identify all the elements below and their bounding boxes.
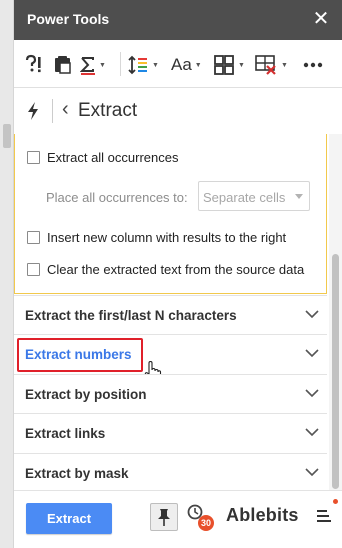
accordion-extract-numbers[interactable]: Extract numbers	[14, 334, 327, 383]
chevron-down-icon[interactable]: ▼	[238, 62, 245, 69]
footer: Extract 30 Ablebits	[14, 490, 342, 548]
notification-dot	[333, 499, 338, 504]
section-header: ‹ Extract	[14, 89, 342, 133]
sheet-scrollbar-thumb[interactable]	[3, 124, 11, 148]
power-tools-panel: Power Tools ✕ ▼ ▼ Aa ▼ ▼ ▼ ‹ Extract Ext…	[14, 0, 342, 548]
toolbar-divider	[120, 52, 121, 76]
accordion-first-last-n[interactable]: Extract the first/last N characters	[14, 295, 327, 334]
close-icon[interactable]: ✕	[310, 8, 332, 30]
accordion-label: Extract by position	[25, 387, 147, 402]
dropdown-arrow-icon	[295, 194, 303, 199]
accordion-links[interactable]: Extract links	[14, 413, 327, 452]
sigma-icon[interactable]: ▼	[80, 53, 106, 77]
history-icon[interactable]: 30	[186, 503, 214, 531]
accordion-by-position[interactable]: Extract by position	[14, 374, 327, 413]
clear-source-label: Clear the extracted text from the source…	[47, 262, 305, 277]
chevron-down-icon[interactable]	[305, 385, 319, 403]
options-box: Extract all occurrences Place all occurr…	[14, 134, 327, 294]
chevron-down-icon[interactable]: ▼	[195, 62, 202, 69]
panel-scrollbar-thumb[interactable]	[332, 254, 339, 489]
chevron-down-icon[interactable]	[305, 464, 319, 482]
chevron-down-icon[interactable]	[305, 424, 319, 442]
history-count-badge: 30	[198, 515, 214, 531]
clear-source-option[interactable]: Clear the extracted text from the source…	[27, 262, 304, 277]
extract-all-label: Extract all occurrences	[47, 150, 179, 165]
clear-source-checkbox[interactable]	[27, 263, 40, 276]
quick-tools-icon[interactable]	[24, 53, 46, 77]
sheet-scrollbar[interactable]	[0, 0, 14, 548]
chevron-down-icon[interactable]: ▼	[99, 62, 106, 69]
clear-cells-icon[interactable]: ▼	[254, 53, 288, 77]
more-icon[interactable]	[303, 53, 323, 77]
accordion-by-mask[interactable]: Extract by mask	[14, 453, 327, 490]
sidebar-frame: Power Tools ✕ ▼ ▼ Aa ▼ ▼ ▼ ‹ Extract Ext…	[0, 0, 342, 548]
chevron-down-icon[interactable]	[305, 306, 319, 324]
line-spacing-icon[interactable]: ▼	[127, 53, 159, 77]
extract-button[interactable]: Extract	[26, 503, 112, 534]
content-area: Extract all occurrences Place all occurr…	[14, 134, 342, 490]
page-title: Extract	[78, 100, 138, 121]
accordion-label: Extract the first/last N characters	[25, 308, 237, 323]
accordion-label[interactable]: Extract numbers	[25, 347, 132, 362]
chevron-down-icon[interactable]: ▼	[152, 62, 159, 69]
lightning-icon[interactable]	[26, 101, 40, 126]
place-occurrences-select[interactable]: Separate cells	[198, 181, 310, 211]
back-icon[interactable]: ‹	[62, 98, 69, 121]
text-case-icon[interactable]: Aa ▼	[171, 53, 202, 77]
accordion-label: Extract links	[25, 426, 106, 441]
toolbar: ▼ ▼ Aa ▼ ▼ ▼	[14, 40, 342, 88]
extract-all-checkbox[interactable]	[27, 151, 40, 164]
pin-icon[interactable]	[150, 503, 178, 531]
title-bar: Power Tools ✕	[14, 0, 342, 40]
panel-scrollbar[interactable]	[329, 134, 342, 490]
insert-column-option[interactable]: Insert new column with results to the ri…	[27, 230, 286, 245]
paste-special-icon[interactable]	[52, 53, 74, 77]
ablebits-logo[interactable]: Ablebits	[226, 505, 299, 526]
place-occurrences-label: Place all occurrences to:	[46, 190, 188, 205]
chevron-down-icon[interactable]	[305, 345, 319, 363]
insert-column-label: Insert new column with results to the ri…	[47, 230, 287, 245]
insert-column-checkbox[interactable]	[27, 231, 40, 244]
place-occurrences-value: Separate cells	[203, 190, 286, 205]
app-title: Power Tools	[27, 11, 110, 27]
extract-all-option[interactable]: Extract all occurrences	[27, 150, 179, 165]
header-divider	[52, 99, 53, 123]
menu-icon[interactable]	[317, 509, 331, 527]
split-merge-icon[interactable]: ▼	[213, 53, 245, 77]
accordion-label: Extract by mask	[25, 466, 129, 481]
chevron-down-icon[interactable]: ▼	[281, 62, 288, 69]
